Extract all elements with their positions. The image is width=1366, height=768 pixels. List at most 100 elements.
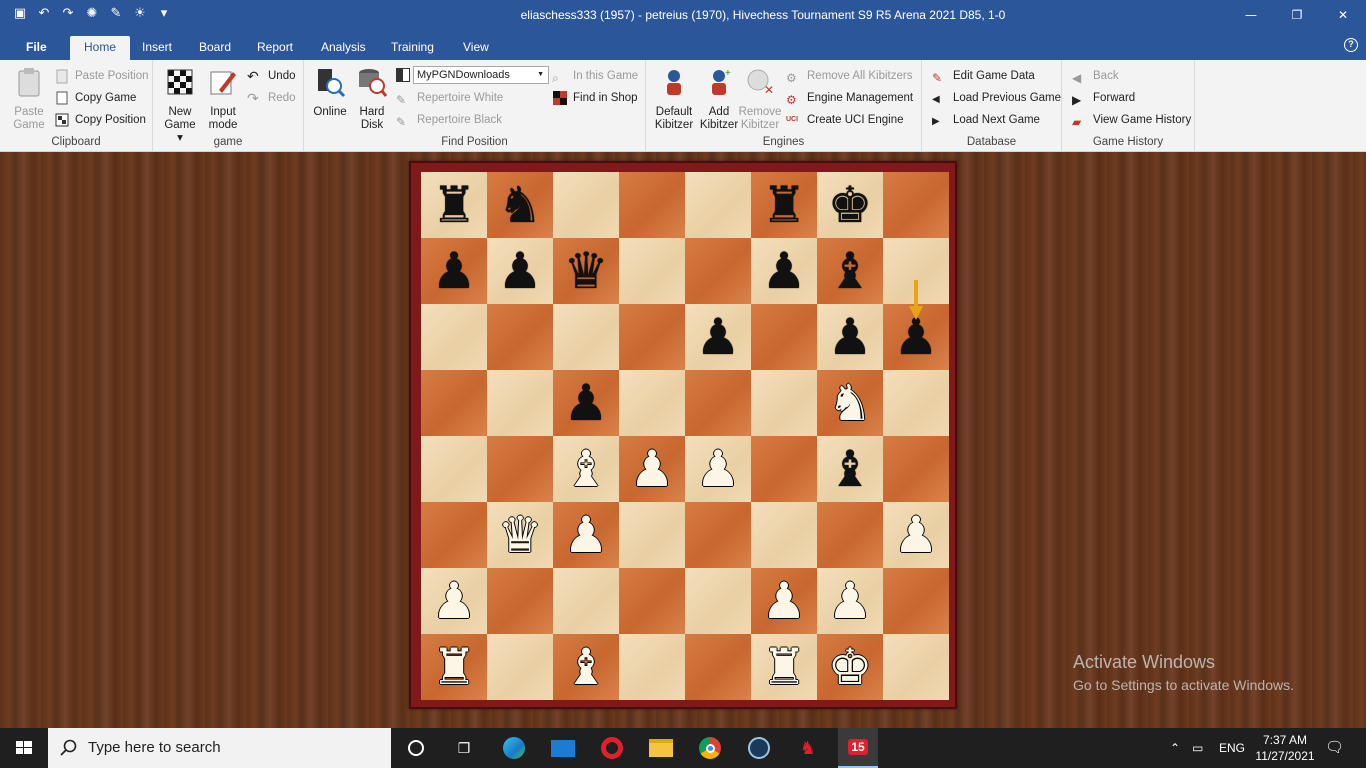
- square-b4[interactable]: [487, 436, 553, 502]
- undo-button[interactable]: ↶ Undo: [247, 66, 296, 86]
- square-c5[interactable]: ♟: [553, 370, 619, 436]
- square-d6[interactable]: [619, 304, 685, 370]
- load-previous-game-button[interactable]: ◀ Load Previous Game: [932, 88, 1061, 108]
- square-b5[interactable]: [487, 370, 553, 436]
- square-c4[interactable]: ♝: [553, 436, 619, 502]
- square-g7[interactable]: ♝: [817, 238, 883, 304]
- hard-disk-search-button[interactable]: Hard Disk: [352, 66, 392, 132]
- find-in-shop-button[interactable]: Find in Shop: [552, 88, 638, 108]
- help-icon[interactable]: ?: [1344, 38, 1358, 52]
- square-f5[interactable]: [751, 370, 817, 436]
- black-queen-icon[interactable]: ♛: [564, 246, 609, 296]
- black-bishop-icon[interactable]: ♝: [828, 444, 873, 494]
- white-pawn-icon[interactable]: ♟: [894, 510, 939, 560]
- view-game-history-button[interactable]: ▰ View Game History: [1072, 110, 1191, 130]
- square-a2[interactable]: ♟: [421, 568, 487, 634]
- square-d8[interactable]: [619, 172, 685, 238]
- tab-home[interactable]: Home: [70, 36, 131, 60]
- square-e5[interactable]: [685, 370, 751, 436]
- start-button[interactable]: [0, 728, 48, 768]
- square-c3[interactable]: ♟: [553, 502, 619, 568]
- black-pawn-icon[interactable]: ♟: [432, 246, 477, 296]
- square-g4[interactable]: ♝: [817, 436, 883, 502]
- square-d4[interactable]: ♟: [619, 436, 685, 502]
- white-pawn-icon[interactable]: ♟: [630, 444, 675, 494]
- file-explorer-icon[interactable]: [647, 734, 675, 762]
- square-g1[interactable]: ♚: [817, 634, 883, 700]
- tab-board[interactable]: Board: [199, 36, 231, 60]
- chrome-icon[interactable]: [696, 734, 724, 762]
- steam-icon[interactable]: [745, 734, 773, 762]
- square-h6[interactable]: ♟: [883, 280, 949, 370]
- add-kibitzer-button[interactable]: + Add Kibitzer: [698, 66, 740, 132]
- square-d2[interactable]: [619, 568, 685, 634]
- black-pawn-icon[interactable]: ♟: [762, 246, 807, 296]
- input-mode-button[interactable]: Input mode: [203, 66, 243, 132]
- square-e3[interactable]: [685, 502, 751, 568]
- white-rook-icon[interactable]: ♜: [432, 642, 477, 692]
- square-b2[interactable]: [487, 568, 553, 634]
- show-hidden-icons-icon[interactable]: ⌃: [1170, 728, 1180, 768]
- paste-game-button[interactable]: Paste Game: [8, 66, 50, 132]
- chess-app-icon[interactable]: ♞: [794, 734, 822, 762]
- tab-file[interactable]: File: [26, 36, 47, 60]
- black-pawn-icon[interactable]: ♟: [828, 312, 873, 362]
- square-a1[interactable]: ♜: [421, 634, 487, 700]
- back-button[interactable]: ◀ Back: [1072, 66, 1119, 86]
- white-knight-icon[interactable]: ♞: [828, 378, 873, 428]
- black-king-icon[interactable]: ♚: [828, 180, 873, 230]
- white-pawn-icon[interactable]: ♟: [564, 510, 609, 560]
- black-rook-icon[interactable]: ♜: [432, 180, 477, 230]
- redo-button[interactable]: ↷ Redo: [247, 88, 296, 108]
- opera-icon[interactable]: [598, 734, 626, 762]
- square-h2[interactable]: [883, 568, 949, 634]
- square-a7[interactable]: ♟: [421, 238, 487, 304]
- square-c1[interactable]: ♝: [553, 634, 619, 700]
- load-next-game-button[interactable]: ▶ Load Next Game: [932, 110, 1040, 130]
- square-f6[interactable]: [751, 304, 817, 370]
- tab-insert[interactable]: Insert: [142, 36, 172, 60]
- repertoire-white-button[interactable]: ✎ Repertoire White: [396, 88, 503, 108]
- close-button[interactable]: ✕: [1320, 0, 1366, 30]
- forward-button[interactable]: ▶ Forward: [1072, 88, 1135, 108]
- square-e1[interactable]: [685, 634, 751, 700]
- square-c7[interactable]: ♛: [553, 238, 619, 304]
- square-d1[interactable]: [619, 634, 685, 700]
- square-g6[interactable]: ♟: [817, 304, 883, 370]
- clock[interactable]: 7:37 AM 11/27/2021: [1250, 732, 1320, 764]
- online-search-button[interactable]: Online: [310, 66, 350, 119]
- language-indicator[interactable]: ENG: [1219, 728, 1245, 768]
- black-pawn-icon[interactable]: ♟: [564, 378, 609, 428]
- remove-all-kibitzers-button[interactable]: ⚙ Remove All Kibitzers: [786, 66, 912, 86]
- restore-button[interactable]: ❐: [1274, 0, 1320, 30]
- square-b7[interactable]: ♟: [487, 238, 553, 304]
- chess-board[interactable]: ♜ ♞ ♜ ♚ ♟ ♟ ♛ ♟ ♝ ♟ ♟ ♟ ♟ ♞ ♝ ♟ ♟ ♝ ♛ ♟ ♟ ♟ ♟ ♟ ♜ ♝ ♜ ♚: [421, 172, 949, 700]
- white-pawn-icon[interactable]: ♟: [432, 576, 477, 626]
- tab-training[interactable]: Training: [391, 36, 434, 60]
- black-pawn-icon[interactable]: ♟: [498, 246, 543, 296]
- square-b6[interactable]: [487, 304, 553, 370]
- database-select[interactable]: MyPGNDownloads ▼: [413, 66, 549, 84]
- square-h3[interactable]: ♟: [883, 502, 949, 568]
- taskbar-search-box[interactable]: Type here to search: [48, 728, 391, 768]
- mail-icon[interactable]: [549, 734, 577, 762]
- square-h5[interactable]: [883, 370, 949, 436]
- square-c8[interactable]: [553, 172, 619, 238]
- white-queen-icon[interactable]: ♛: [498, 510, 543, 560]
- square-c6[interactable]: [553, 304, 619, 370]
- square-c2[interactable]: [553, 568, 619, 634]
- square-a3[interactable]: [421, 502, 487, 568]
- square-f4[interactable]: [751, 436, 817, 502]
- square-f1[interactable]: ♜: [751, 634, 817, 700]
- tab-analysis[interactable]: Analysis: [321, 36, 366, 60]
- create-uci-engine-button[interactable]: UCI Create UCI Engine: [786, 110, 904, 130]
- square-e8[interactable]: [685, 172, 751, 238]
- square-f2[interactable]: ♟: [751, 568, 817, 634]
- square-d5[interactable]: [619, 370, 685, 436]
- square-h8[interactable]: [883, 172, 949, 238]
- white-king-icon[interactable]: ♚: [828, 642, 873, 692]
- tab-report[interactable]: Report: [257, 36, 293, 60]
- copy-game-button[interactable]: Copy Game: [54, 88, 136, 108]
- square-a8[interactable]: ♜: [421, 172, 487, 238]
- in-this-game-button[interactable]: ⌕ In this Game: [552, 66, 638, 86]
